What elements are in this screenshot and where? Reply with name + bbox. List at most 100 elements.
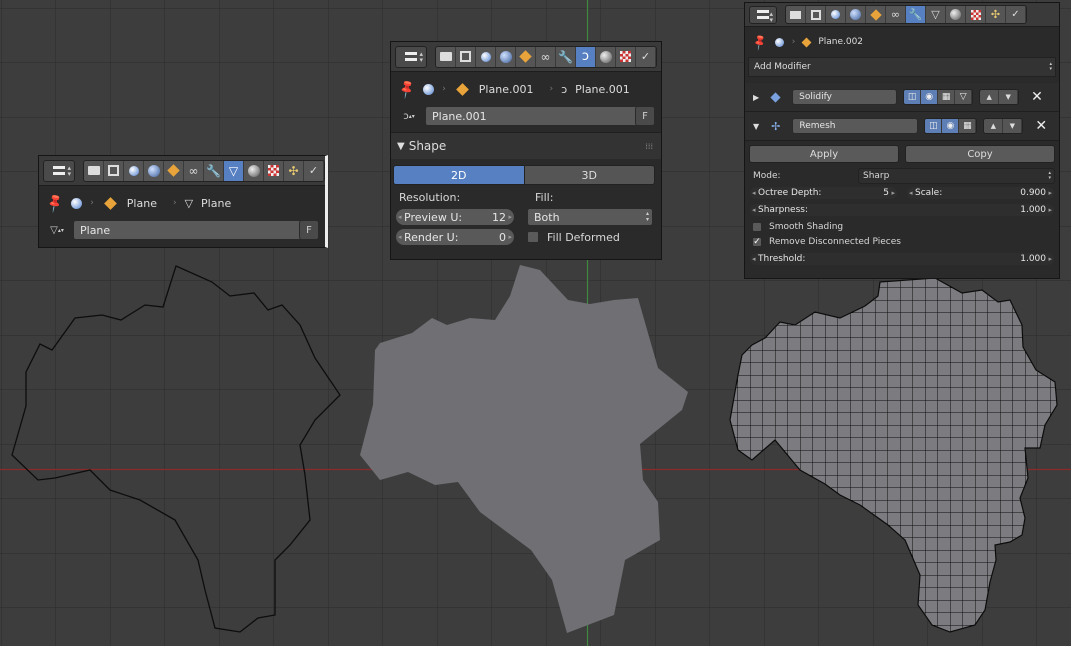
object-cube-icon (519, 50, 532, 63)
tab-data[interactable]: ▽ (926, 6, 946, 23)
context-tabs: ∞ 🔧 ▽ ✣ ✓ (83, 159, 325, 182)
tab-render-layers[interactable] (104, 160, 124, 181)
tab-object[interactable] (866, 6, 886, 23)
tab-data[interactable]: ↄ (576, 46, 596, 67)
tab-3d[interactable]: 3D (523, 166, 654, 184)
apply-copy-row: Apply Copy (749, 145, 1055, 163)
tab-constraints[interactable]: ∞ (184, 160, 204, 181)
editor-type-button[interactable]: ▴ ▾ (395, 45, 427, 68)
remove-disconnected-checkbox[interactable]: ✓ Remove Disconnected Pieces (749, 237, 1055, 247)
drag-handle-icon[interactable]: ⁞⁞⁞ (645, 142, 653, 151)
tab-object[interactable] (516, 46, 536, 67)
fill-mode-select[interactable]: Both ▴ ▾ (527, 208, 653, 226)
render-toggle-icon[interactable]: ◫ (925, 119, 943, 133)
tab-object[interactable] (164, 160, 184, 181)
sharpness-field[interactable]: Sharpness: 1.000 (749, 203, 1055, 217)
tab-world[interactable] (496, 46, 516, 67)
copy-button[interactable]: Copy (905, 145, 1055, 163)
mesh-browse-button[interactable]: ▽ ▴▾ (45, 220, 69, 240)
close-icon[interactable]: ✕ (1035, 118, 1047, 134)
tab-scene[interactable] (476, 46, 496, 67)
tab-modifiers[interactable]: 🔧 (556, 46, 576, 67)
scene-icon (774, 37, 784, 47)
context-tabs: ∞ 🔧 ▽ ✣ ✓ (785, 5, 1027, 24)
tab-render-layers[interactable] (806, 6, 826, 23)
tab-material[interactable] (244, 160, 264, 181)
tab-particles[interactable]: ✣ (986, 6, 1006, 23)
scale-field[interactable]: Scale: 0.900 (906, 186, 1055, 200)
tab-constraints[interactable]: ∞ (886, 6, 906, 23)
add-modifier-menu[interactable]: Add Modifier ▴ ▾ (748, 57, 1056, 77)
shape-panel-header[interactable]: ▼ Shape ⁞⁞⁞ (391, 132, 661, 159)
smooth-shading-checkbox[interactable]: Smooth Shading (749, 222, 1055, 232)
preview-u-field[interactable]: Preview U: 12 (395, 208, 515, 226)
tab-world[interactable] (846, 6, 866, 23)
tab-texture[interactable] (264, 160, 284, 181)
tab-render[interactable] (436, 46, 456, 67)
tab-data[interactable]: ▽ (224, 160, 244, 181)
move-down-icon[interactable]: ▼ (1003, 119, 1023, 133)
tab-render-layers[interactable] (456, 46, 476, 67)
threshold-field[interactable]: Threshold: 1.000 (749, 252, 1055, 266)
octree-depth-field[interactable]: Octree Depth: 5 (749, 186, 898, 200)
move-up-icon[interactable]: ▲ (984, 119, 1004, 133)
curve-browse-button[interactable]: ↄ ▴▾ (397, 106, 421, 126)
pin-icon[interactable]: 📌 (44, 192, 66, 214)
move-down-icon[interactable]: ▼ (999, 90, 1019, 104)
remesh-move-buttons: ▲ ▼ (983, 118, 1024, 134)
move-up-icon[interactable]: ▲ (980, 90, 1000, 104)
layers-icon (810, 9, 821, 20)
object-cube-icon (167, 164, 180, 177)
tab-render[interactable] (786, 6, 806, 23)
datablock-row: ↄ ▴▾ Plane.001 F (391, 106, 661, 126)
tab-physics[interactable]: ✓ (304, 160, 324, 181)
editor-menu-icon (757, 10, 769, 19)
tab-render[interactable] (84, 160, 104, 181)
editmode-toggle-icon[interactable]: ▦ (959, 119, 977, 133)
physics-icon: ✓ (640, 50, 651, 63)
remesh-name-field[interactable]: Remesh (792, 118, 919, 134)
close-icon[interactable]: ✕ (1031, 89, 1043, 105)
pin-icon[interactable]: 📌 (396, 78, 418, 100)
fill-deformed-checkbox[interactable]: Fill Deformed (527, 231, 620, 244)
mesh-name-field[interactable]: Plane (73, 220, 319, 240)
tab-particles[interactable]: ✣ (284, 160, 304, 181)
tab-physics[interactable]: ✓ (636, 46, 656, 67)
apply-button[interactable]: Apply (749, 145, 899, 163)
fake-user-button[interactable]: F (299, 220, 319, 240)
tab-texture[interactable] (616, 46, 636, 67)
tab-texture[interactable] (966, 6, 986, 23)
solidify-name-field[interactable]: Solidify (792, 89, 898, 105)
tab-scene[interactable] (826, 6, 846, 23)
tab-physics[interactable]: ✓ (1006, 6, 1026, 23)
fake-user-button[interactable]: F (635, 106, 655, 126)
curve-name-field[interactable]: Plane.001 (425, 106, 655, 126)
sharpness-label: Sharpness: (758, 205, 808, 215)
mode-select[interactable]: Sharp ▴ ▾ (858, 167, 1055, 184)
world-icon (850, 9, 861, 20)
tab-modifiers[interactable]: 🔧 (906, 6, 926, 23)
remove-disconnected-label: Remove Disconnected Pieces (769, 237, 901, 247)
tab-world[interactable] (144, 160, 164, 181)
tab-scene[interactable] (124, 160, 144, 181)
editmode-toggle-icon[interactable]: ▦ (938, 90, 956, 104)
tab-2d[interactable]: 2D (394, 166, 524, 184)
pin-icon[interactable]: 📌 (751, 33, 770, 52)
tab-constraints[interactable]: ∞ (536, 46, 556, 67)
collapse-triangle-icon[interactable]: ▼ (753, 122, 759, 131)
render-toggle-icon[interactable]: ◫ (904, 90, 922, 104)
render-u-field[interactable]: Render U: 0 (395, 228, 515, 246)
viewport-eye-icon[interactable]: ◉ (921, 90, 939, 104)
editor-type-button[interactable]: ▴ ▾ (43, 159, 75, 182)
properties-panel-mesh: ▴ ▾ ∞ 🔧 ▽ ✣ ✓ 📌 › Plane › ▽ Plane ▽ ▴▾ Pla… (38, 155, 328, 248)
editor-type-button[interactable]: ▴ ▾ (749, 5, 777, 24)
remesh-visibility-toggles: ◫ ◉ ▦ (924, 118, 978, 134)
tab-material[interactable] (946, 6, 966, 23)
tab-modifiers[interactable]: 🔧 (204, 160, 224, 181)
cage-toggle-icon[interactable]: ▽ (955, 90, 973, 104)
checkbox-unchecked-icon (752, 222, 762, 232)
viewport-eye-icon[interactable]: ◉ (942, 119, 960, 133)
expand-triangle-icon[interactable]: ▶ (753, 93, 759, 102)
tab-material[interactable] (596, 46, 616, 67)
breadcrumb-data: Plane.001 (575, 82, 630, 96)
